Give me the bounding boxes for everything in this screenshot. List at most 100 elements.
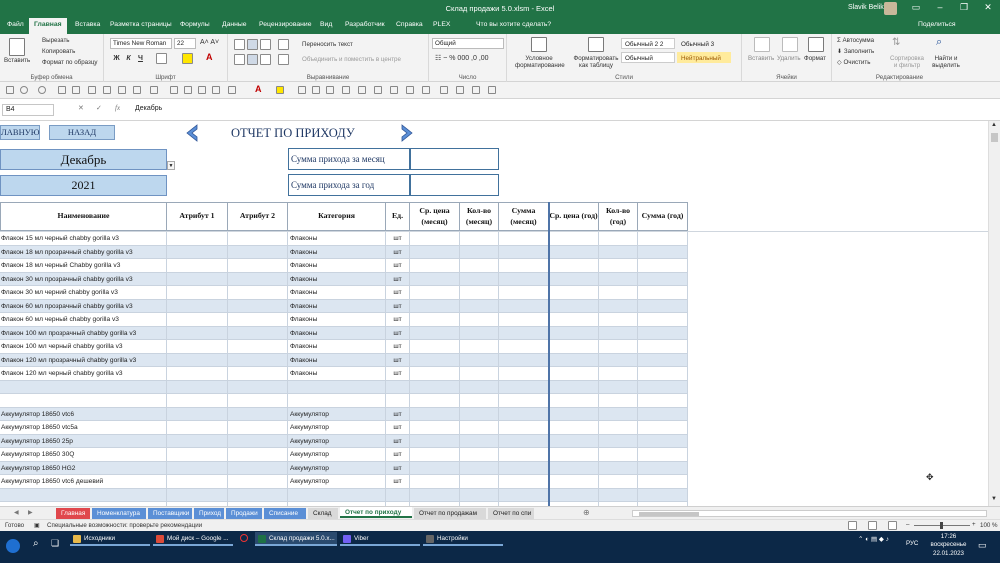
cell-value[interactable] (167, 367, 228, 381)
cell-value[interactable] (599, 259, 638, 273)
cell-value[interactable] (638, 340, 688, 354)
cell-value[interactable] (460, 232, 499, 246)
cell-category[interactable]: Флаконы (288, 299, 386, 313)
table-icon[interactable] (103, 86, 111, 94)
zoom-out-icon[interactable]: – (906, 521, 909, 528)
cell-name[interactable] (0, 488, 167, 502)
cell-value[interactable] (549, 461, 599, 475)
cell-unit[interactable]: шт (386, 232, 410, 246)
border-qat-icon[interactable] (342, 86, 350, 94)
cell-category[interactable]: Флаконы (288, 367, 386, 381)
cell-value[interactable] (167, 326, 228, 340)
cell-value[interactable] (499, 421, 549, 435)
merge-center-button[interactable]: Объединить и поместить в центре (302, 56, 401, 63)
cell-value[interactable] (549, 380, 599, 394)
cell-value[interactable] (460, 272, 499, 286)
cell-unit[interactable]: шт (386, 421, 410, 435)
redo-icon[interactable] (38, 86, 46, 94)
number-format-select[interactable]: Общий (432, 38, 504, 49)
next-month-icon[interactable] (398, 124, 416, 142)
language-indicator[interactable]: РУС (906, 540, 918, 547)
cell-category[interactable] (288, 380, 386, 394)
cell-value[interactable] (638, 407, 688, 421)
maximize-icon[interactable]: ❐ (956, 2, 972, 13)
cell-value[interactable] (549, 299, 599, 313)
cell-size-icon[interactable] (228, 86, 236, 94)
cell-value[interactable] (499, 448, 549, 462)
indent-icon[interactable] (278, 54, 289, 65)
back-button[interactable]: НАЗАД (49, 125, 115, 140)
cell-unit[interactable] (386, 488, 410, 502)
fill-color-icon[interactable] (182, 53, 193, 64)
cell-category[interactable]: Флаконы (288, 272, 386, 286)
avatar[interactable] (884, 2, 897, 15)
cell-name[interactable]: Аккумулятор 18650 25p (0, 434, 167, 448)
cell-value[interactable] (228, 259, 288, 273)
cell-value[interactable] (599, 461, 638, 475)
cell-value[interactable] (228, 380, 288, 394)
cell-value[interactable] (499, 353, 549, 367)
bold-button[interactable]: Ж (112, 54, 121, 63)
align-bottom-icon[interactable] (260, 39, 271, 50)
wrap-icon[interactable] (456, 86, 464, 94)
ribbon-tab-9[interactable]: Справка (396, 21, 423, 28)
share-button[interactable]: Поделиться (918, 21, 956, 28)
cell-value[interactable] (228, 394, 288, 408)
cell-value[interactable] (167, 259, 228, 273)
cell-value[interactable] (599, 313, 638, 327)
cell-value[interactable] (228, 340, 288, 354)
cell-value[interactable] (599, 407, 638, 421)
cell-value[interactable] (460, 353, 499, 367)
cell-value[interactable] (460, 245, 499, 259)
cell-unit[interactable]: шт (386, 259, 410, 273)
orientation-icon[interactable] (278, 39, 289, 50)
cell-unit[interactable]: шт (386, 434, 410, 448)
cell-value[interactable] (638, 434, 688, 448)
cell-value[interactable] (499, 380, 549, 394)
cell-value[interactable] (499, 259, 549, 273)
merge-icon[interactable] (472, 86, 480, 94)
cell-value[interactable] (499, 394, 549, 408)
cell-value[interactable] (549, 353, 599, 367)
cell-value[interactable] (638, 461, 688, 475)
cell-category[interactable]: Аккумулятор (288, 475, 386, 489)
scroll-up-icon[interactable]: ▲ (991, 122, 997, 128)
cell-category[interactable]: Флаконы (288, 232, 386, 246)
delete-row-icon[interactable] (184, 86, 192, 94)
cell-unit[interactable]: шт (386, 353, 410, 367)
year-field[interactable]: 2021 (0, 175, 167, 196)
cell-name[interactable]: Флакон 18 мл черный Chabby gorilla v3 (0, 259, 167, 273)
cell-value[interactable] (228, 488, 288, 502)
user-name[interactable]: Slavik Belik (848, 4, 884, 11)
italic-button[interactable]: К (124, 54, 133, 63)
cell-value[interactable] (410, 272, 460, 286)
ribbon-tab-8[interactable]: Разработчик (345, 21, 385, 28)
cell-value[interactable] (599, 475, 638, 489)
freeze-icon[interactable] (440, 86, 448, 94)
main-button[interactable]: ЛАВНУЮ (0, 125, 40, 140)
cell-unit[interactable]: шт (386, 313, 410, 327)
customize-qat-icon[interactable] (488, 86, 496, 94)
cell-unit[interactable]: шт (386, 299, 410, 313)
cell-value[interactable] (638, 421, 688, 435)
cell-value[interactable] (599, 272, 638, 286)
cell-value[interactable] (599, 421, 638, 435)
cell-value[interactable] (638, 448, 688, 462)
cell-value[interactable] (499, 232, 549, 246)
borders-icon[interactable] (156, 53, 167, 64)
cell-value[interactable] (599, 448, 638, 462)
cell-value[interactable] (549, 232, 599, 246)
prev-month-icon[interactable] (183, 124, 201, 142)
cell-name[interactable]: Флакон 120 мл прозрачный chabby gorilla … (0, 353, 167, 367)
delete-cells-button[interactable]: Удалить (777, 55, 801, 62)
cell-category[interactable]: Аккумулятор (288, 407, 386, 421)
sort-filter-button[interactable]: Сортировка и фильтр (888, 55, 926, 70)
cell-value[interactable] (599, 340, 638, 354)
dropdown-arrow-icon[interactable]: ▼ (167, 161, 175, 170)
prev-sheet-icon[interactable]: ◀ (14, 509, 19, 516)
underline-button[interactable]: Ч (136, 54, 145, 63)
fx-icon[interactable]: fx (115, 104, 120, 112)
sum-year-value[interactable] (410, 174, 499, 196)
cell-category[interactable]: Аккумулятор (288, 434, 386, 448)
filter-icon[interactable] (374, 86, 382, 94)
